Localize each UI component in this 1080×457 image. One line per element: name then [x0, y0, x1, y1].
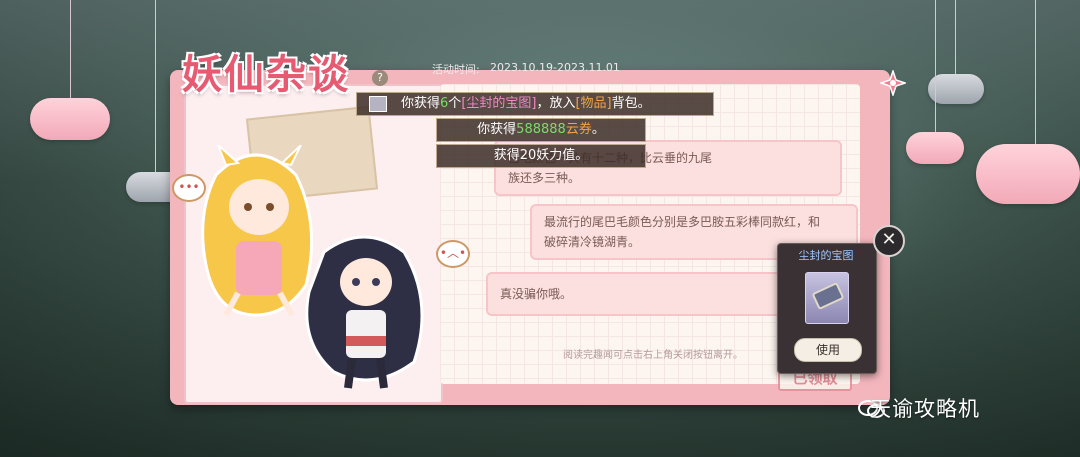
toast-item-name: [尘封的宝图]	[461, 96, 537, 111]
reward-toast: 你获得6个[尘封的宝图]，放入[物品]背包。	[356, 92, 714, 116]
treasure-map-item-slot[interactable]	[805, 272, 849, 324]
toast-currency: 云券	[565, 122, 592, 137]
close-icon[interactable]: ✕	[873, 225, 905, 257]
toast-text: 。	[591, 122, 605, 137]
chat-line: 真没骗你哦。	[500, 287, 573, 301]
speech-bubble-icon: •︿•	[436, 240, 470, 268]
event-time-label: 活动时间:	[432, 63, 480, 76]
hanging-cloud-right	[906, 132, 964, 164]
toast-text: 你获得	[401, 96, 441, 111]
dark-hair-girl-character	[305, 235, 424, 389]
chat-line: 族还多三种。	[508, 171, 581, 185]
toast-text: 个	[448, 96, 462, 111]
hanging-string	[955, 0, 956, 80]
close-hint: 阅读完趣闻可点击右上角关闭按钮离开。	[563, 350, 743, 361]
reward-toast: 你获得588888云券。	[436, 118, 646, 142]
toast-text: 背包。	[611, 96, 651, 111]
reward-toast: 获得20妖力值。	[436, 144, 646, 168]
hanging-string	[70, 0, 71, 110]
toast-text: 你获得	[477, 122, 517, 137]
toast-text: 获得20妖力值。	[493, 148, 589, 163]
use-button[interactable]: 使用	[794, 338, 862, 362]
event-title: 妖仙杂谈	[182, 51, 350, 98]
event-time-range: 2023.10.19-2023.11.01	[490, 61, 620, 74]
toast-amount: 588888	[516, 122, 566, 137]
hanging-string	[935, 0, 936, 138]
speech-bubble-icon: •••	[172, 174, 206, 202]
flower-pin-icon	[880, 70, 906, 96]
treasure-map-icon	[811, 281, 845, 311]
hanging-string	[1035, 0, 1036, 150]
hanging-string	[155, 0, 156, 180]
chat-bubble: 真没骗你哦。	[486, 272, 804, 316]
hanging-cloud-grey-right	[928, 74, 984, 104]
help-button[interactable]: ?	[372, 70, 388, 86]
hanging-cloud-left	[30, 98, 110, 140]
toast-text: ，放入	[536, 96, 576, 111]
toast-bag-name: [物品]	[575, 96, 612, 111]
item-popup-title: 尘封的宝图	[798, 249, 854, 262]
chat-line: 最流行的尾巴毛颜色分别是多巴胺五彩棒同款红，和	[544, 215, 821, 229]
watermark-text: 天谕攻略机	[870, 397, 980, 421]
map-item-icon	[369, 95, 387, 112]
hanging-cloud-far-right	[976, 144, 1080, 204]
